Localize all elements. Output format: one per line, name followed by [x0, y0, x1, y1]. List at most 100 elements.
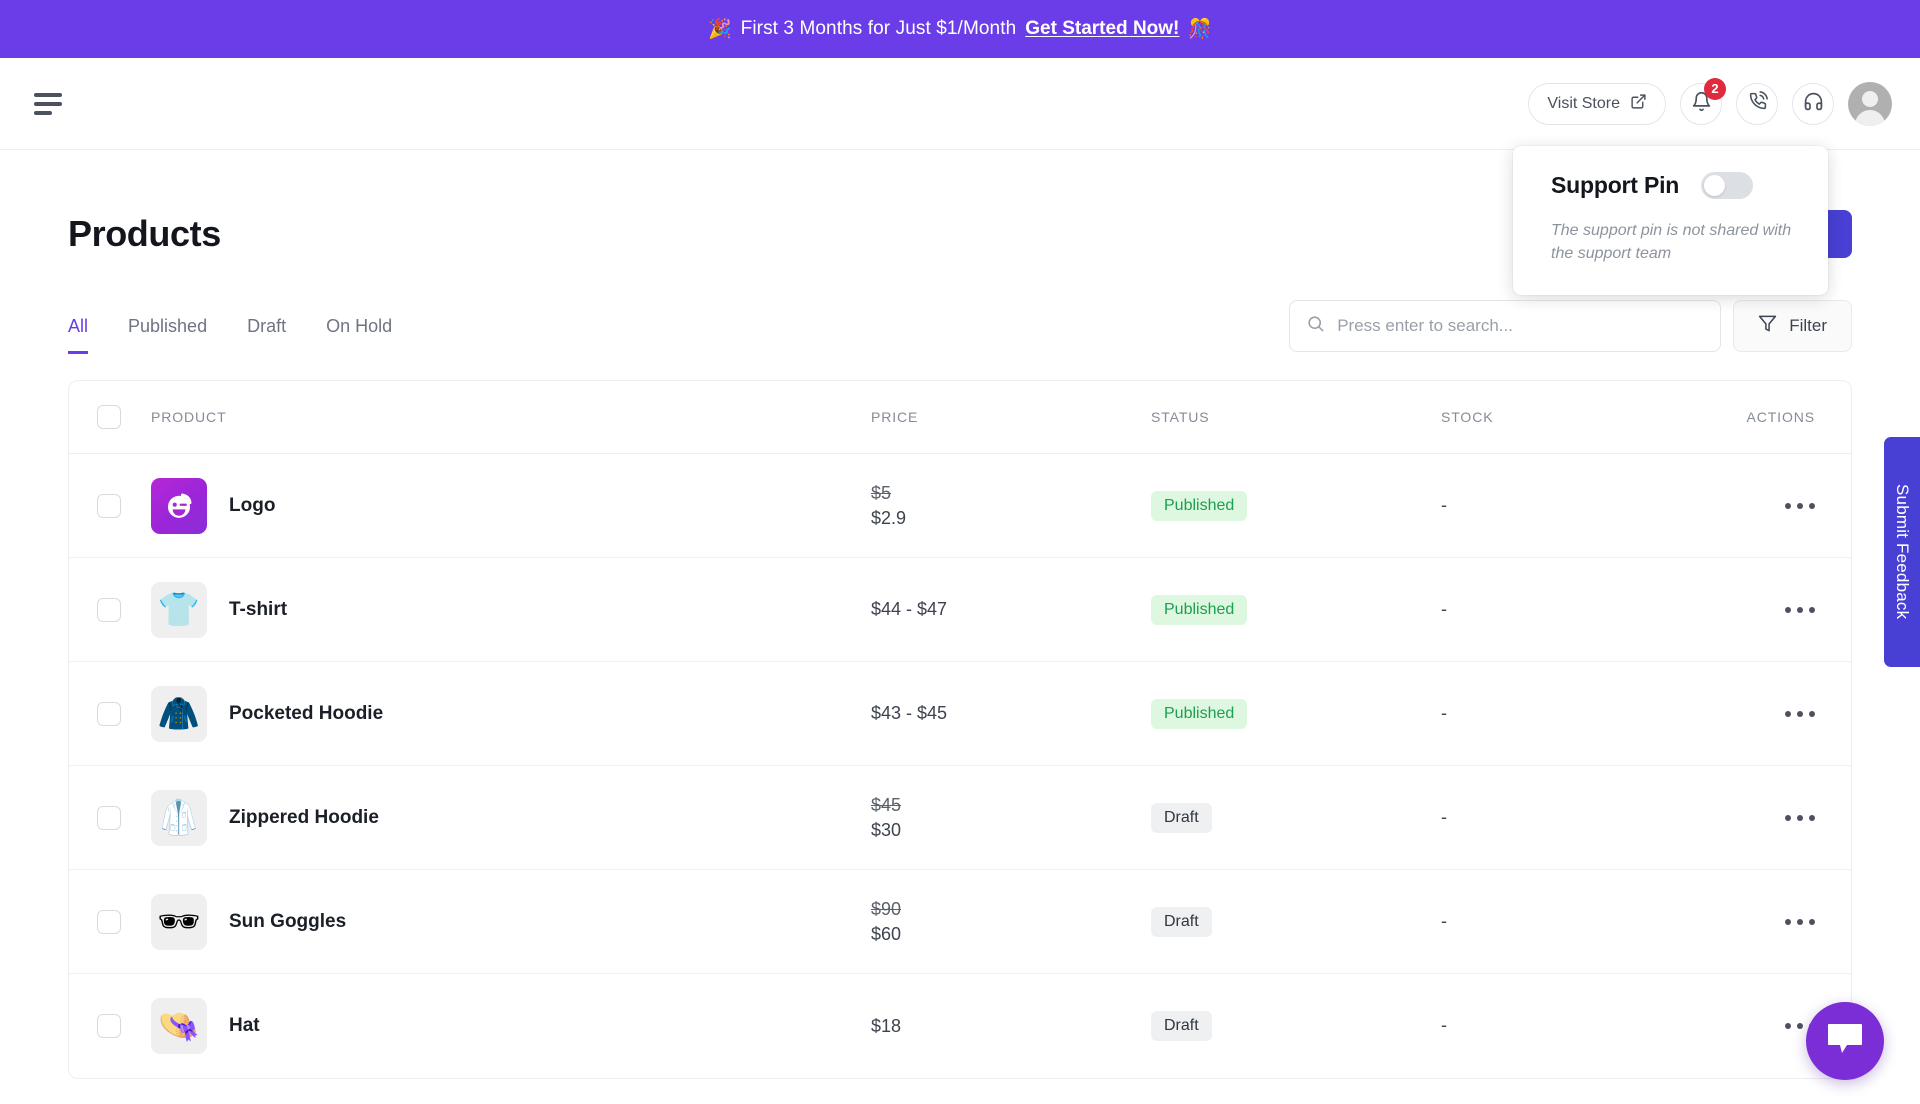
price-current: $2.9 [871, 507, 907, 528]
call-button[interactable] [1736, 82, 1778, 125]
row-actions-menu-icon[interactable] [1701, 918, 1851, 925]
app-header: Visit Store 2 [0, 58, 1920, 150]
stock-value: - [1441, 703, 1447, 723]
product-name: Pocketed Hoodie [229, 702, 384, 724]
row-price-cell: $45 $30 [871, 765, 1151, 870]
row-checkbox[interactable] [97, 493, 121, 518]
row-status-cell: Draft [1151, 869, 1441, 974]
table-row[interactable]: 🕶 Sun Goggles $90 $60 Draft - [69, 869, 1851, 974]
row-price-cell: $5 $2.9 [871, 453, 1151, 558]
search-icon [1306, 314, 1325, 338]
support-pin-toggle[interactable] [1701, 172, 1754, 199]
status-tabs: All Published Draft On Hold [68, 316, 392, 354]
avatar[interactable] [1848, 81, 1892, 126]
table-row[interactable]: 🧥 Pocketed Hoodie $43 - $45 Published - [69, 661, 1851, 766]
select-all-checkbox[interactable] [97, 405, 121, 429]
row-actions-menu-icon[interactable] [1701, 814, 1851, 821]
product-thumbnail: 🥼 [151, 789, 207, 846]
product-thumbnail: 👕 [151, 581, 207, 638]
tab-all[interactable]: All [68, 316, 89, 354]
app-root: 🎉 First 3 Months for Just $1/Month Get S… [0, 0, 1920, 1104]
row-product-cell: 👒 Hat [151, 974, 871, 1078]
price-current: $60 [871, 923, 902, 944]
logo-smiley-icon [151, 477, 207, 534]
stock-value: - [1441, 1015, 1447, 1036]
support-pin-description: The support pin is not shared with the s… [1551, 222, 1792, 263]
get-started-link[interactable]: Get Started Now! [1025, 18, 1179, 40]
table-row[interactable]: 👒 Hat $18 Draft - [69, 974, 1851, 1078]
products-table: PRODUCT PRICE STATUS STOCK ACTIONS Logo … [69, 381, 1851, 1078]
confetti-ball-icon: 🎊 [1188, 19, 1213, 40]
promo-text: First 3 Months for Just $1/Month [740, 18, 1017, 39]
row-actions-menu-icon[interactable] [1701, 606, 1851, 613]
search-and-filter: Filter [1289, 300, 1852, 354]
headset-icon [1803, 91, 1824, 117]
row-checkbox[interactable] [97, 805, 121, 830]
avatar-body [1855, 109, 1885, 126]
notification-badge: 2 [1704, 77, 1726, 100]
column-stock: STOCK [1441, 381, 1701, 454]
column-price: PRICE [871, 381, 1151, 454]
row-select-cell [69, 974, 151, 1078]
row-checkbox[interactable] [97, 1013, 121, 1038]
row-status-cell: Draft [1151, 974, 1441, 1078]
filter-button[interactable]: Filter [1733, 300, 1852, 352]
support-pin-popover: Support Pin The support pin is not share… [1513, 146, 1828, 296]
product-name: T-shirt [229, 598, 288, 620]
tab-published[interactable]: Published [128, 316, 207, 354]
table-row[interactable]: 🥼 Zippered Hoodie $45 $30 Draft - [69, 765, 1851, 870]
product-name: Zippered Hoodie [229, 806, 379, 828]
stock-value: - [1441, 495, 1447, 515]
status-badge: Draft [1151, 802, 1212, 833]
funnel-icon [1758, 314, 1777, 338]
row-actions-cell [1701, 869, 1851, 974]
status-badge: Draft [1151, 1010, 1212, 1041]
table-row[interactable]: 👕 T-shirt $44 - $47 Published - [69, 557, 1851, 662]
row-product-cell: 🕶 Sun Goggles [151, 869, 871, 974]
row-price-cell: $90 $60 [871, 869, 1151, 974]
notifications-button[interactable]: 2 [1680, 77, 1726, 125]
row-actions-cell [1701, 453, 1851, 558]
column-status: STATUS [1151, 381, 1441, 454]
tab-draft[interactable]: Draft [247, 316, 286, 354]
row-checkbox[interactable] [97, 909, 121, 934]
price-range: $43 - $45 [871, 703, 948, 724]
search-box[interactable] [1289, 300, 1722, 352]
column-actions: ACTIONS [1701, 381, 1851, 454]
search-input[interactable] [1337, 316, 1705, 336]
row-actions-menu-icon[interactable] [1701, 710, 1851, 717]
price-range: $44 - $47 [871, 599, 948, 620]
submit-feedback-label: Submit Feedback [1893, 484, 1912, 620]
stock-value: - [1441, 911, 1447, 931]
external-link-icon [1630, 93, 1647, 115]
row-actions-cell [1701, 765, 1851, 870]
table-row[interactable]: Logo $5 $2.9 Published - [69, 453, 1851, 558]
row-checkbox[interactable] [97, 701, 121, 726]
product-thumbnail: 🕶 [151, 893, 207, 950]
price-original: $90 [871, 899, 902, 920]
row-product-cell: 👕 T-shirt [151, 557, 871, 662]
price-original: $5 [871, 483, 892, 504]
filter-label: Filter [1789, 316, 1827, 335]
status-badge: Published [1151, 490, 1248, 521]
chat-widget-button[interactable] [1806, 1002, 1884, 1080]
status-badge: Published [1151, 594, 1248, 625]
row-select-cell [69, 869, 151, 974]
stock-value: - [1441, 807, 1447, 827]
hamburger-menu-icon[interactable] [34, 92, 64, 115]
submit-feedback-tab[interactable]: Submit Feedback [1884, 437, 1920, 667]
status-badge: Draft [1151, 906, 1212, 937]
row-actions-menu-icon[interactable] [1701, 502, 1851, 509]
row-status-cell: Published [1151, 557, 1441, 662]
support-button[interactable] [1792, 82, 1834, 125]
support-pin-title: Support Pin [1551, 172, 1680, 198]
row-stock-cell: - [1441, 869, 1701, 974]
row-select-cell [69, 453, 151, 558]
row-checkbox[interactable] [97, 597, 121, 622]
chat-bubble-icon [1826, 1022, 1864, 1061]
table-header-row: PRODUCT PRICE STATUS STOCK ACTIONS [69, 381, 1851, 454]
tab-on-hold[interactable]: On Hold [326, 316, 392, 354]
page-title: Products [68, 213, 221, 254]
row-stock-cell: - [1441, 765, 1701, 870]
visit-store-button[interactable]: Visit Store [1528, 82, 1666, 125]
